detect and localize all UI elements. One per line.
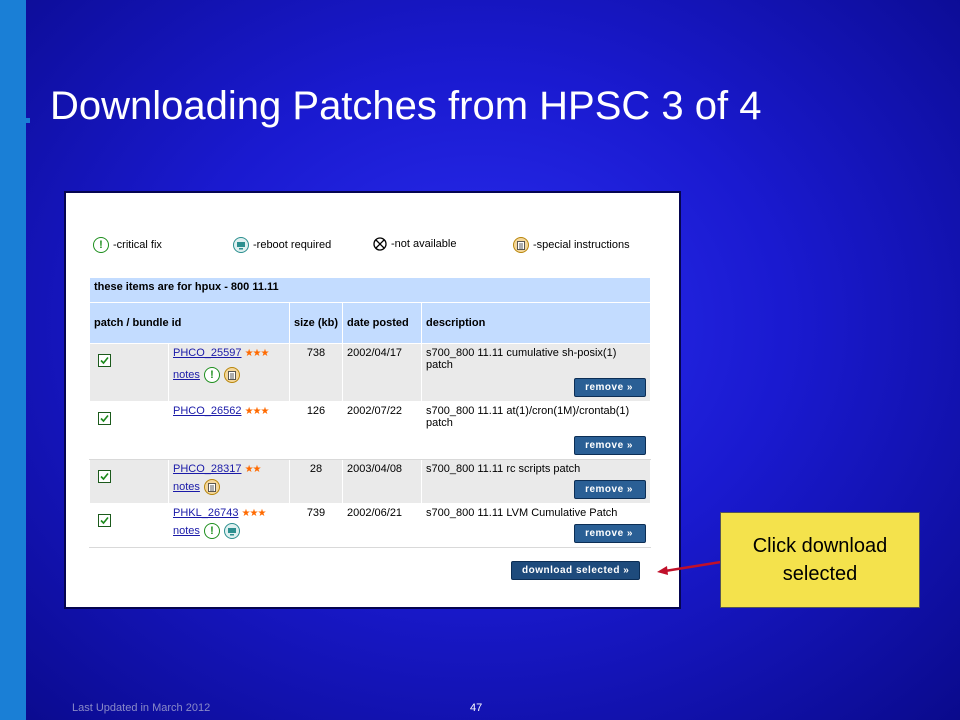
patch-id-cell: PHCO_26562 ★★★ <box>168 401 290 460</box>
slide-left-bar <box>0 0 26 720</box>
download-selected-button[interactable]: download selected » <box>511 561 641 580</box>
patch-id-link[interactable]: PHCO_28317 <box>173 463 242 475</box>
rating-stars: ★★★ <box>244 406 270 417</box>
reboot-icon <box>223 523 240 539</box>
legend-special-instructions: -special instructions <box>513 237 630 253</box>
legend-not-available: -not available <box>373 237 456 251</box>
patch-list-panel: ! -critical fix -reboot required -not av… <box>81 200 664 592</box>
reboot-icon <box>233 237 249 253</box>
legend-label: -reboot required <box>253 239 332 251</box>
patch-id-link[interactable]: PHCO_26562 <box>173 405 242 417</box>
callout-text: Click download selected <box>752 535 888 585</box>
page-number: 47 <box>470 702 483 714</box>
size-cell: 738 <box>289 343 343 402</box>
notes-line: notes ! <box>173 523 285 539</box>
rating-stars: ★★★ <box>244 348 270 359</box>
remove-button[interactable]: remove » <box>574 480 646 499</box>
items-for-label: these items are for hpux - 800 <box>94 281 253 293</box>
legend-label: -special instructions <box>533 239 630 251</box>
special-instructions-icon <box>203 479 220 495</box>
legend-reboot-required: -reboot required <box>233 237 331 253</box>
description-text: s700_800 11.11 rc scripts patch <box>426 463 581 475</box>
notes-line: notes ! <box>173 367 285 383</box>
date-cell: 2002/06/21 <box>342 503 422 548</box>
items-for-row: these items are for hpux - 800 11.11 <box>89 277 651 303</box>
legend-label: -critical fix <box>113 239 162 251</box>
description-text: s700_800 11.11 cumulative sh-posix(1) pa… <box>426 347 617 371</box>
row-checkbox[interactable] <box>98 470 111 483</box>
notes-link[interactable]: notes <box>173 525 200 537</box>
date-cell: 2002/07/22 <box>342 401 422 460</box>
legend-label: -not available <box>391 238 457 250</box>
description-text: s700_800 11.11 LVM Cumulative Patch <box>426 507 618 519</box>
patch-id-cell: PHKL_26743 ★★★ notes ! <box>168 503 290 548</box>
footer-updated: Last Updated in March 2012 <box>72 702 211 714</box>
patch-id-link[interactable]: PHCO_25597 <box>173 347 242 359</box>
rating-stars: ★★ <box>244 464 262 475</box>
date-cell: 2003/04/08 <box>342 459 422 504</box>
table-row: PHCO_26562 ★★★ 126 2002/07/22 s700_800 1… <box>89 401 651 460</box>
description-cell: s700_800 11.11 at(1)/cron(1M)/crontab(1)… <box>421 401 651 460</box>
row-checkbox[interactable] <box>98 412 111 425</box>
notes-line: notes <box>173 479 285 495</box>
table-header-row: patch / bundle id size (kb) date posted … <box>89 302 651 344</box>
header-id: patch / bundle id <box>89 302 290 344</box>
callout-box: Click download selected <box>720 512 920 608</box>
not-available-icon <box>373 237 387 251</box>
table-row: PHKL_26743 ★★★ notes ! 739 2002/06/21 s7… <box>89 503 651 548</box>
checkbox-cell <box>89 401 169 460</box>
header-date: date posted <box>342 302 422 344</box>
size-cell: 739 <box>289 503 343 548</box>
screenshot-frame: ! -critical fix -reboot required -not av… <box>64 191 681 609</box>
patches-table: these items are for hpux - 800 11.11 pat… <box>89 277 651 548</box>
notes-link[interactable]: notes <box>173 369 200 381</box>
description-text: s700_800 11.11 at(1)/cron(1M)/crontab(1)… <box>426 405 630 429</box>
legend: ! -critical fix -reboot required -not av… <box>89 237 646 257</box>
remove-button[interactable]: remove » <box>574 378 646 397</box>
description-cell: s700_800 11.11 LVM Cumulative Patch remo… <box>421 503 651 548</box>
checkbox-cell <box>89 343 169 402</box>
description-cell: s700_800 11.11 rc scripts patch remove » <box>421 459 651 504</box>
items-for-version: 11.11 <box>252 281 279 293</box>
header-size: size (kb) <box>289 302 343 344</box>
special-instructions-icon <box>223 367 240 383</box>
patch-id-link[interactable]: PHKL_26743 <box>173 507 238 519</box>
exclamation-icon: ! <box>203 367 220 383</box>
remove-button[interactable]: remove » <box>574 436 646 455</box>
slide-left-notch <box>0 118 30 123</box>
description-cell: s700_800 11.11 cumulative sh-posix(1) pa… <box>421 343 651 402</box>
row-checkbox[interactable] <box>98 514 111 527</box>
checkbox-cell <box>89 503 169 548</box>
checkbox-cell <box>89 459 169 504</box>
remove-button[interactable]: remove » <box>574 524 646 543</box>
date-cell: 2002/04/17 <box>342 343 422 402</box>
exclamation-icon: ! <box>203 523 220 539</box>
notes-link[interactable]: notes <box>173 481 200 493</box>
rating-stars: ★★★ <box>241 508 267 519</box>
row-checkbox[interactable] <box>98 354 111 367</box>
slide-title: Downloading Patches from HPSC 3 of 4 <box>50 84 762 128</box>
exclamation-icon: ! <box>93 237 109 253</box>
callout-arrow <box>657 560 722 575</box>
table-row: PHCO_25597 ★★★ notes ! 738 2002/04/17 s7… <box>89 343 651 402</box>
special-instructions-icon <box>513 237 529 253</box>
patch-id-cell: PHCO_25597 ★★★ notes ! <box>168 343 290 402</box>
items-for-cell: these items are for hpux - 800 11.11 <box>89 277 651 303</box>
header-desc: description <box>421 302 651 344</box>
legend-critical-fix: ! -critical fix <box>93 237 162 253</box>
table-row: PHCO_28317 ★★ notes 28 2003/04/08 s700_8… <box>89 459 651 504</box>
patch-id-cell: PHCO_28317 ★★ notes <box>168 459 290 504</box>
size-cell: 28 <box>289 459 343 504</box>
size-cell: 126 <box>289 401 343 460</box>
